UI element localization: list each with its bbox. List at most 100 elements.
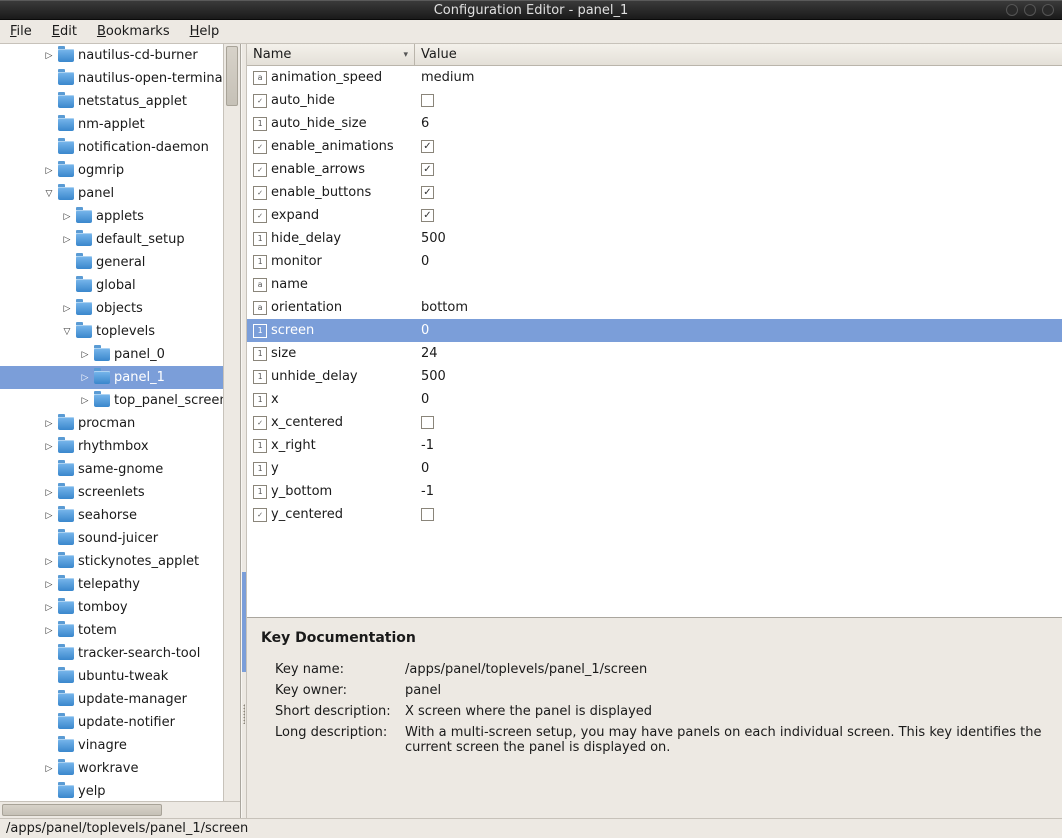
window-maximize-button[interactable] xyxy=(1024,4,1036,16)
key-value-text[interactable]: 0 xyxy=(421,323,429,338)
key-row-animation-speed[interactable]: aanimation_speedmedium xyxy=(247,66,1062,89)
tree-item-default-setup[interactable]: ▷default_setup xyxy=(0,228,240,251)
expander-closed-icon[interactable]: ▷ xyxy=(60,210,74,224)
expander-closed-icon[interactable]: ▷ xyxy=(78,348,92,362)
key-value-text[interactable]: -1 xyxy=(421,438,434,453)
key-row-enable-arrows[interactable]: ✓enable_arrows xyxy=(247,158,1062,181)
key-value-checkbox[interactable] xyxy=(421,209,434,222)
key-row-enable-animations[interactable]: ✓enable_animations xyxy=(247,135,1062,158)
key-value-text[interactable]: 500 xyxy=(421,231,446,246)
column-header-name[interactable]: Name ▾ xyxy=(247,44,415,65)
tree-item-nm-applet[interactable]: nm-applet xyxy=(0,113,240,136)
menu-file[interactable]: File xyxy=(6,22,36,41)
tree-horizontal-scrollbar[interactable] xyxy=(0,801,240,818)
expander-closed-icon[interactable]: ▷ xyxy=(42,601,56,615)
scrollbar-thumb[interactable] xyxy=(2,804,162,816)
folder-tree[interactable]: ▷nautilus-cd-burnernautilus-open-termina… xyxy=(0,44,240,801)
tree-item-telepathy[interactable]: ▷telepathy xyxy=(0,573,240,596)
tree-item-seahorse[interactable]: ▷seahorse xyxy=(0,504,240,527)
key-value-text[interactable]: medium xyxy=(421,70,474,85)
key-row-x-centered[interactable]: ✓x_centered xyxy=(247,411,1062,434)
expander-closed-icon[interactable]: ▷ xyxy=(60,302,74,316)
tree-item-rhythmbox[interactable]: ▷rhythmbox xyxy=(0,435,240,458)
key-value-text[interactable]: 500 xyxy=(421,369,446,384)
tree-item-panel-0[interactable]: ▷panel_0 xyxy=(0,343,240,366)
key-row-screen[interactable]: 1screen0 xyxy=(247,319,1062,342)
tree-item-ubuntu-tweak[interactable]: ubuntu-tweak xyxy=(0,665,240,688)
tree-item-update-manager[interactable]: update-manager xyxy=(0,688,240,711)
tree-item-top-panel-screen[interactable]: ▷top_panel_screen xyxy=(0,389,240,412)
expander-closed-icon[interactable]: ▷ xyxy=(42,486,56,500)
tree-item-tracker-search-tool[interactable]: tracker-search-tool xyxy=(0,642,240,665)
expander-closed-icon[interactable]: ▷ xyxy=(42,555,56,569)
expander-closed-icon[interactable]: ▷ xyxy=(42,49,56,63)
key-value-checkbox[interactable] xyxy=(421,416,434,429)
key-value-text[interactable]: 0 xyxy=(421,254,429,269)
key-row-x[interactable]: 1x0 xyxy=(247,388,1062,411)
tree-item-netstatus-applet[interactable]: netstatus_applet xyxy=(0,90,240,113)
menu-help[interactable]: Help xyxy=(186,22,224,41)
key-row-auto-hide[interactable]: ✓auto_hide xyxy=(247,89,1062,112)
key-row-enable-buttons[interactable]: ✓enable_buttons xyxy=(247,181,1062,204)
tree-item-panel-1[interactable]: ▷panel_1 xyxy=(0,366,240,389)
window-close-button[interactable] xyxy=(1042,4,1054,16)
expander-closed-icon[interactable]: ▷ xyxy=(42,578,56,592)
key-value-text[interactable]: 0 xyxy=(421,461,429,476)
key-value-text[interactable]: 0 xyxy=(421,392,429,407)
key-row-x-right[interactable]: 1x_right-1 xyxy=(247,434,1062,457)
expander-closed-icon[interactable]: ▷ xyxy=(78,371,92,385)
expander-closed-icon[interactable]: ▷ xyxy=(60,233,74,247)
key-row-y[interactable]: 1y0 xyxy=(247,457,1062,480)
column-header-value[interactable]: Value xyxy=(415,44,1062,65)
tree-item-screenlets[interactable]: ▷screenlets xyxy=(0,481,240,504)
key-value-checkbox[interactable] xyxy=(421,186,434,199)
expander-open-icon[interactable]: ▽ xyxy=(42,187,56,201)
tree-item-vinagre[interactable]: vinagre xyxy=(0,734,240,757)
tree-item-update-notifier[interactable]: update-notifier xyxy=(0,711,240,734)
tree-item-applets[interactable]: ▷applets xyxy=(0,205,240,228)
key-row-y-bottom[interactable]: 1y_bottom-1 xyxy=(247,480,1062,503)
expander-open-icon[interactable]: ▽ xyxy=(60,325,74,339)
key-row-unhide-delay[interactable]: 1unhide_delay500 xyxy=(247,365,1062,388)
key-value-text[interactable]: 24 xyxy=(421,346,438,361)
tree-item-ogmrip[interactable]: ▷ogmrip xyxy=(0,159,240,182)
key-row-y-centered[interactable]: ✓y_centered xyxy=(247,503,1062,526)
tree-item-general[interactable]: general xyxy=(0,251,240,274)
key-value-text[interactable]: 6 xyxy=(421,116,429,131)
key-row-orientation[interactable]: aorientationbottom xyxy=(247,296,1062,319)
expander-closed-icon[interactable]: ▷ xyxy=(42,164,56,178)
expander-closed-icon[interactable]: ▷ xyxy=(42,417,56,431)
key-row-size[interactable]: 1size24 xyxy=(247,342,1062,365)
tree-item-totem[interactable]: ▷totem xyxy=(0,619,240,642)
menu-edit[interactable]: Edit xyxy=(48,22,81,41)
tree-item-nautilus-open-terminal[interactable]: nautilus-open-terminal xyxy=(0,67,240,90)
expander-closed-icon[interactable]: ▷ xyxy=(42,440,56,454)
key-value-text[interactable]: -1 xyxy=(421,484,434,499)
tree-item-panel[interactable]: ▽panel xyxy=(0,182,240,205)
key-value-checkbox[interactable] xyxy=(421,94,434,107)
tree-item-notification-daemon[interactable]: notification-daemon xyxy=(0,136,240,159)
tree-item-same-gnome[interactable]: same-gnome xyxy=(0,458,240,481)
tree-item-workrave[interactable]: ▷workrave xyxy=(0,757,240,780)
expander-closed-icon[interactable]: ▷ xyxy=(42,509,56,523)
tree-item-toplevels[interactable]: ▽toplevels xyxy=(0,320,240,343)
tree-item-nautilus-cd-burner[interactable]: ▷nautilus-cd-burner xyxy=(0,44,240,67)
key-row-auto-hide-size[interactable]: 1auto_hide_size6 xyxy=(247,112,1062,135)
key-row-expand[interactable]: ✓expand xyxy=(247,204,1062,227)
window-minimize-button[interactable] xyxy=(1006,4,1018,16)
key-value-checkbox[interactable] xyxy=(421,508,434,521)
key-value-text[interactable]: bottom xyxy=(421,300,468,315)
menu-bookmarks[interactable]: Bookmarks xyxy=(93,22,174,41)
key-row-monitor[interactable]: 1monitor0 xyxy=(247,250,1062,273)
scrollbar-thumb[interactable] xyxy=(226,46,238,106)
tree-item-procman[interactable]: ▷procman xyxy=(0,412,240,435)
expander-closed-icon[interactable]: ▷ xyxy=(42,762,56,776)
pane-splitter[interactable] xyxy=(241,44,247,818)
key-row-name[interactable]: aname xyxy=(247,273,1062,296)
tree-item-stickynotes-applet[interactable]: ▷stickynotes_applet xyxy=(0,550,240,573)
tree-item-tomboy[interactable]: ▷tomboy xyxy=(0,596,240,619)
key-value-checkbox[interactable] xyxy=(421,163,434,176)
tree-vertical-scrollbar[interactable] xyxy=(223,44,240,801)
expander-closed-icon[interactable]: ▷ xyxy=(78,394,92,408)
key-row-hide-delay[interactable]: 1hide_delay500 xyxy=(247,227,1062,250)
